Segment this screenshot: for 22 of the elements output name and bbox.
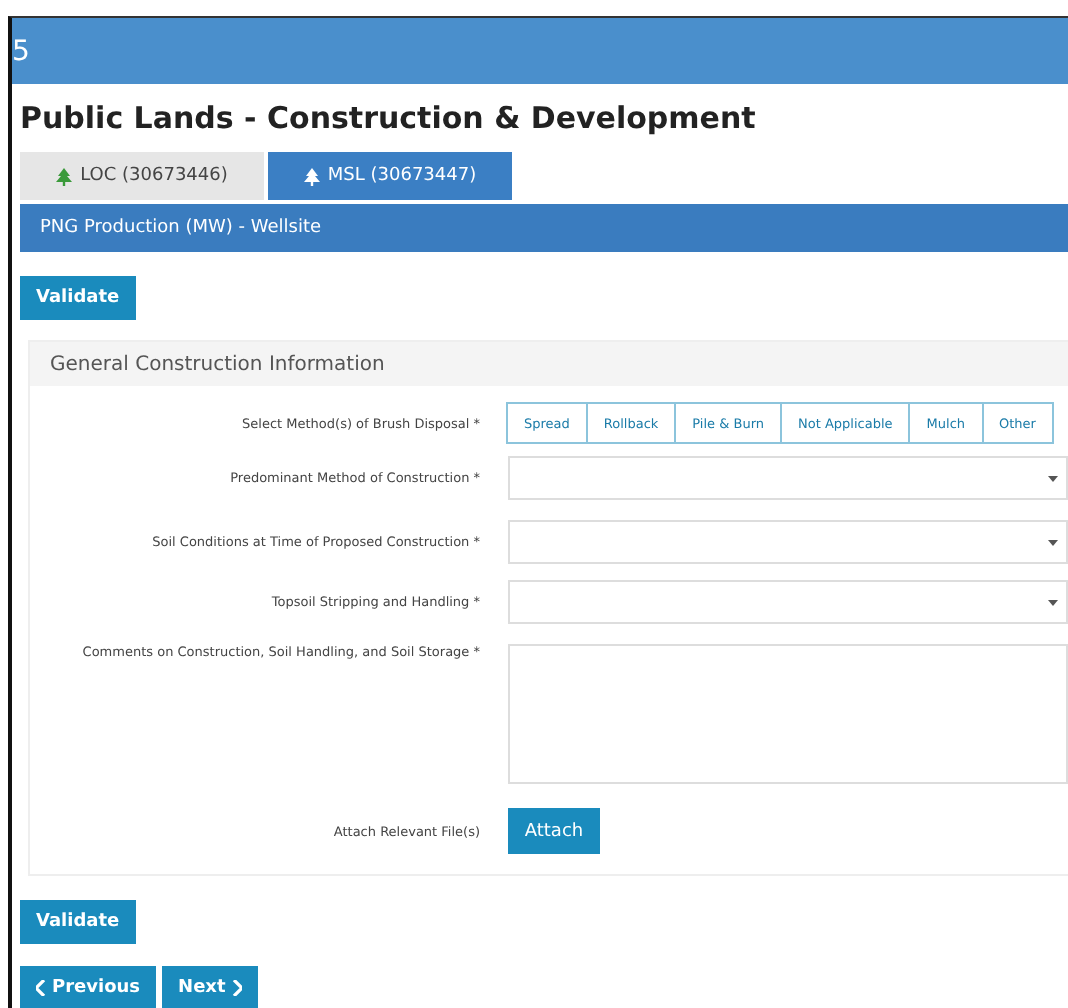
caret-icon	[1048, 599, 1058, 605]
chevron-left-icon	[36, 980, 46, 996]
comments-field[interactable]	[508, 644, 1068, 784]
tree-icon	[303, 167, 320, 185]
tree-icon	[56, 167, 73, 185]
validate-button[interactable]: Validate	[20, 900, 136, 944]
caret-icon	[1048, 475, 1058, 481]
tab[interactable]: LOC (30673446)	[20, 152, 264, 200]
validate-button[interactable]: Validate	[20, 276, 136, 320]
header-title: 5	[12, 35, 30, 67]
panel-title: General Construction Information	[30, 342, 1068, 386]
attach-button[interactable]: Attach	[508, 808, 600, 854]
tab[interactable]: MSL (30673447)	[268, 152, 512, 200]
next-button[interactable]: Next	[162, 966, 258, 1008]
caret-icon	[1048, 539, 1058, 545]
previous-button[interactable]: Previous	[20, 966, 157, 1008]
page-title: Public Lands - Construction & Development	[20, 100, 758, 136]
chevron-right-icon	[231, 980, 242, 996]
section-bar: PNG Production (MW) - Wellsite	[20, 204, 1068, 252]
dropdown-field[interactable]	[508, 580, 1068, 624]
dropdown-field[interactable]	[508, 456, 1068, 500]
dropdown-field[interactable]	[508, 520, 1068, 564]
